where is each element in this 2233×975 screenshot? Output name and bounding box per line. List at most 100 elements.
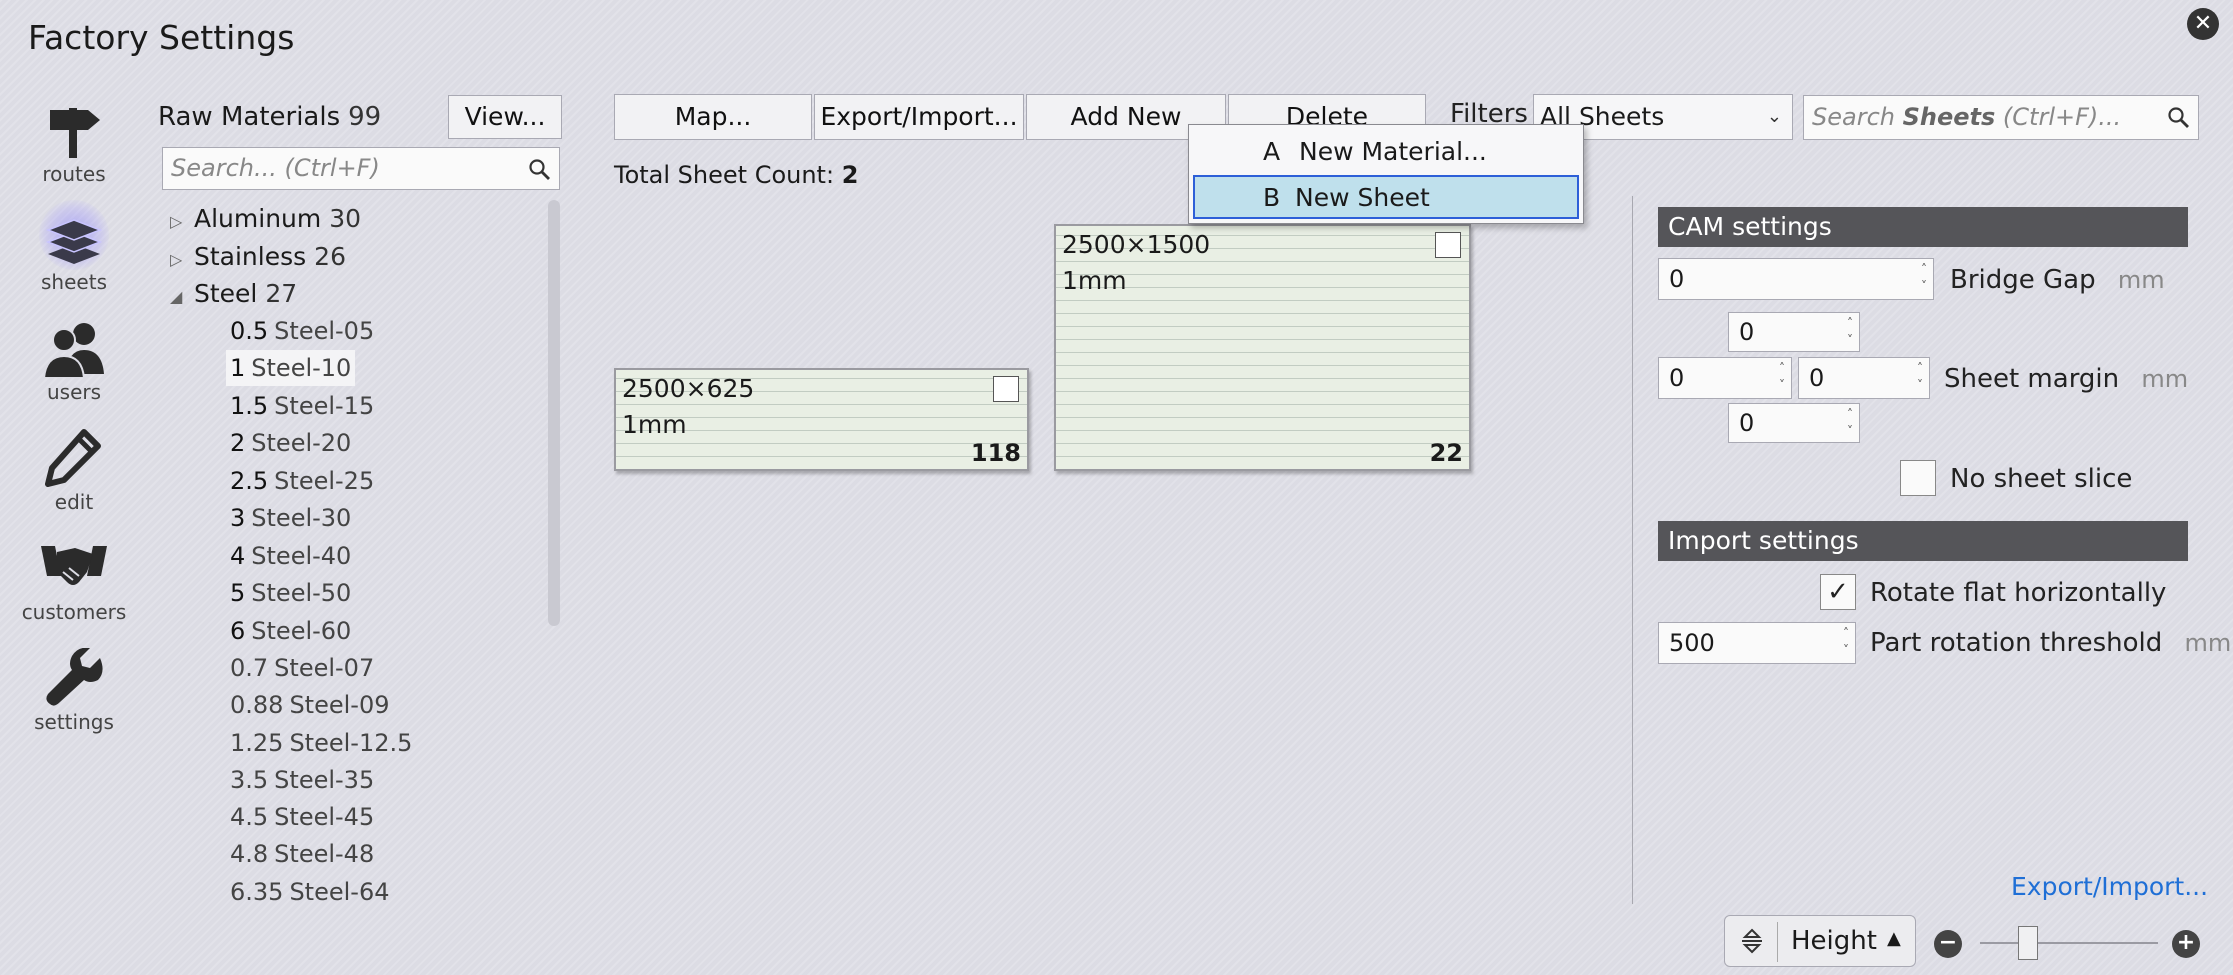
sheet-thickness: 1mm (622, 410, 687, 439)
part-rotation-unit: mm (2184, 629, 2232, 657)
nav-item-edit[interactable]: edit (20, 426, 128, 514)
search-icon[interactable] (527, 157, 551, 181)
zoom-out-button[interactable]: − (1934, 930, 1962, 958)
search-placeholder: Search... (Ctrl+F) (171, 154, 380, 182)
window-title: Factory Settings (28, 18, 295, 57)
export-import-button[interactable]: Export/Import... (814, 94, 1024, 140)
list-item[interactable]: 0.5 Steel-05 (230, 313, 374, 349)
nav-item-routes[interactable]: routes (20, 98, 128, 186)
chevron-down-icon: ⌄ (1766, 106, 1782, 127)
export-import-link[interactable]: Export/Import... (2011, 872, 2208, 901)
sheet-select-checkbox[interactable] (993, 376, 1019, 402)
part-rotation-threshold-label: Part rotation threshold mm (1870, 628, 2232, 658)
list-item[interactable]: 3 Steel-30 (230, 500, 351, 536)
materials-search-input[interactable]: Search... (Ctrl+F) (162, 147, 560, 190)
sort-ascending-icon[interactable]: ▲ (1887, 928, 1901, 949)
raw-materials-title: Raw Materials (158, 102, 341, 132)
spinner-arrows-icon[interactable]: ˄ ˅ (1779, 360, 1785, 394)
panel-divider (1632, 196, 1633, 904)
handshake-icon (41, 546, 107, 585)
sheet-quantity: 118 (970, 439, 1021, 467)
menu-label: New Sheet (1295, 183, 1430, 212)
margin-left-input[interactable]: 0 ˄ ˅ (1658, 357, 1792, 399)
nav-item-customers[interactable]: customers (20, 536, 128, 624)
stacked-sheets-icon (45, 219, 103, 264)
nav-label: routes (42, 162, 106, 186)
list-item[interactable]: 0.88 Steel-09 (230, 687, 389, 723)
spinner-arrows-icon[interactable]: ˄ ˅ (1917, 360, 1923, 394)
nav-label: edit (54, 490, 94, 514)
no-sheet-slice-checkbox[interactable] (1900, 460, 1936, 496)
search-icon[interactable] (2166, 105, 2190, 129)
plus-icon: + (2176, 930, 2196, 955)
rotate-flat-label: Rotate flat horizontally (1870, 578, 2167, 608)
list-item[interactable]: 5 Steel-50 (230, 575, 351, 611)
tree-group-steel[interactable]: ◢ Steel 27 (170, 276, 297, 312)
sheets-search-input[interactable]: Search Sheets (Ctrl+F)... (1803, 95, 2199, 140)
close-button[interactable]: ✕ (2187, 8, 2219, 40)
sheet-select-checkbox[interactable] (1435, 232, 1461, 258)
zoom-in-button[interactable]: + (2172, 930, 2200, 958)
bridge-gap-unit: mm (2117, 266, 2165, 294)
sheet-dimensions: 2500×625 (622, 374, 755, 403)
menu-accelerator: A (1263, 137, 1281, 166)
nav-label: sheets (41, 270, 107, 294)
sheet-dimensions: 2500×1500 (1062, 230, 1211, 259)
close-icon: ✕ (2193, 11, 2213, 36)
list-item[interactable]: 0.7 Steel-07 (230, 650, 374, 686)
sort-icon[interactable] (1739, 928, 1765, 954)
rotate-flat-checkbox[interactable]: ✓ (1820, 574, 1856, 610)
sheet-margin-unit: mm (2141, 365, 2189, 393)
sheet-card[interactable]: 2500×1500 1mm 22 (1054, 224, 1471, 471)
spinner-arrows-icon[interactable]: ˄ ˅ (1847, 406, 1853, 440)
nav-item-users[interactable]: users (20, 316, 128, 404)
list-item[interactable]: 6.35 Steel-64 (230, 874, 389, 910)
map-button[interactable]: Map... (614, 94, 812, 140)
list-item[interactable]: 1.25 Steel-12.5 (230, 725, 412, 761)
list-item[interactable]: 2 Steel-20 (230, 425, 351, 461)
checkmark-icon: ✓ (1827, 577, 1849, 607)
list-item-selected[interactable]: 1 Steel-10 (226, 350, 356, 386)
sheet-card[interactable]: 2500×625 1mm 118 (614, 368, 1029, 471)
menu-accelerator: B (1263, 183, 1281, 212)
wrench-icon (46, 648, 103, 706)
list-item[interactable]: 4 Steel-40 (230, 538, 351, 574)
margin-right-input[interactable]: 0 ˄ ˅ (1798, 357, 1930, 399)
sort-control[interactable]: Height ▲ (1724, 915, 1916, 967)
spinner-arrows-icon[interactable]: ˄ ˅ (1921, 261, 1927, 295)
zoom-slider-track[interactable] (1980, 942, 2158, 944)
expand-arrow-icon[interactable]: ▷ (170, 204, 194, 240)
list-item[interactable]: 2.5 Steel-25 (230, 463, 374, 499)
view-button[interactable]: View... (448, 95, 562, 139)
nav-item-settings[interactable]: settings (20, 646, 128, 734)
total-sheet-count: Total Sheet Count: 2 (614, 161, 859, 189)
list-item[interactable]: 4.5 Steel-45 (230, 799, 374, 835)
add-new-menu: A New Material... B New Sheet (1188, 124, 1584, 224)
zoom-slider-thumb[interactable] (2018, 926, 2039, 960)
bridge-gap-label: Bridge Gap mm (1950, 265, 2165, 295)
spinner-arrows-icon[interactable]: ˄ ˅ (1843, 625, 1849, 659)
cam-settings-header: CAM settings (1658, 207, 2188, 247)
list-item[interactable]: 1.5 Steel-15 (230, 388, 374, 424)
list-item[interactable]: 3.5 Steel-35 (230, 762, 374, 798)
group-name: Aluminum (194, 204, 322, 233)
spinner-arrows-icon[interactable]: ˄ ˅ (1847, 315, 1853, 349)
nav-label: settings (34, 710, 114, 734)
margin-top-input[interactable]: 0 ˄ ˅ (1728, 312, 1860, 352)
margin-bottom-input[interactable]: 0 ˄ ˅ (1728, 403, 1860, 443)
nav-item-sheets[interactable]: sheets (20, 200, 128, 294)
raw-materials-count: 99 (348, 102, 382, 132)
menu-item-new-sheet[interactable]: B New Sheet (1193, 175, 1579, 219)
nav-label: users (46, 380, 102, 404)
tree-group-stainless[interactable]: ▷ Stainless 26 (170, 239, 346, 275)
part-rotation-threshold-input[interactable]: 500 ˄ ˅ (1658, 622, 1856, 664)
pencil-icon (45, 429, 101, 487)
menu-item-new-material[interactable]: A New Material... (1193, 131, 1579, 175)
list-item[interactable]: 6 Steel-60 (230, 613, 351, 649)
materials-scrollbar[interactable] (548, 200, 560, 626)
expand-arrow-icon[interactable]: ▷ (170, 242, 194, 278)
collapse-arrow-icon[interactable]: ◢ (170, 279, 194, 315)
tree-group-aluminum[interactable]: ▷ Aluminum 30 (170, 201, 361, 237)
bridge-gap-input[interactable]: 0 ˄ ˅ (1658, 258, 1934, 300)
list-item[interactable]: 4.8 Steel-48 (230, 836, 374, 872)
